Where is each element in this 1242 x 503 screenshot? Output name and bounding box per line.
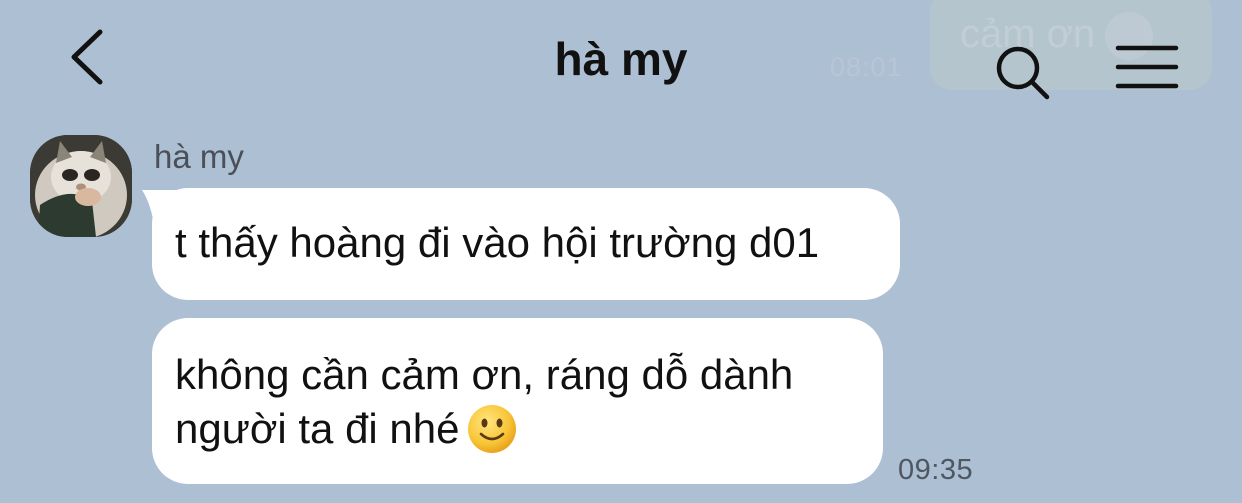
menu-icon <box>1115 45 1179 89</box>
message-text-line: không cần cảm ơn, ráng dỗ dành <box>175 351 794 398</box>
avatar[interactable] <box>30 135 132 237</box>
message-bubble[interactable]: t thấy hoàng đi vào hội trường d01 <box>152 188 900 300</box>
chat-header: hà my <box>0 0 1242 120</box>
menu-button[interactable] <box>1112 40 1182 96</box>
message-text-line: người ta đi nhé <box>175 402 863 456</box>
back-button[interactable] <box>62 22 118 92</box>
chat-title: hà my <box>554 33 688 85</box>
message-text: t thấy hoàng đi vào hội trường d01 <box>175 219 820 266</box>
message-bubble[interactable]: không cần cảm ơn, ráng dỗ dành người ta … <box>152 318 883 484</box>
search-icon <box>996 46 1050 100</box>
chat-screen: cảm ơn 08:01 hà my hà my t thấy hoàng đi… <box>0 0 1242 503</box>
message-time: 09:35 <box>898 454 974 486</box>
smiling-face-emoji-icon <box>467 405 516 453</box>
sender-name: hà my <box>154 138 244 175</box>
chevron-left-icon <box>71 29 103 85</box>
search-button[interactable] <box>990 40 1054 104</box>
message-text-line-end: người ta đi nhé <box>175 405 460 452</box>
cat-avatar-image <box>30 135 132 237</box>
